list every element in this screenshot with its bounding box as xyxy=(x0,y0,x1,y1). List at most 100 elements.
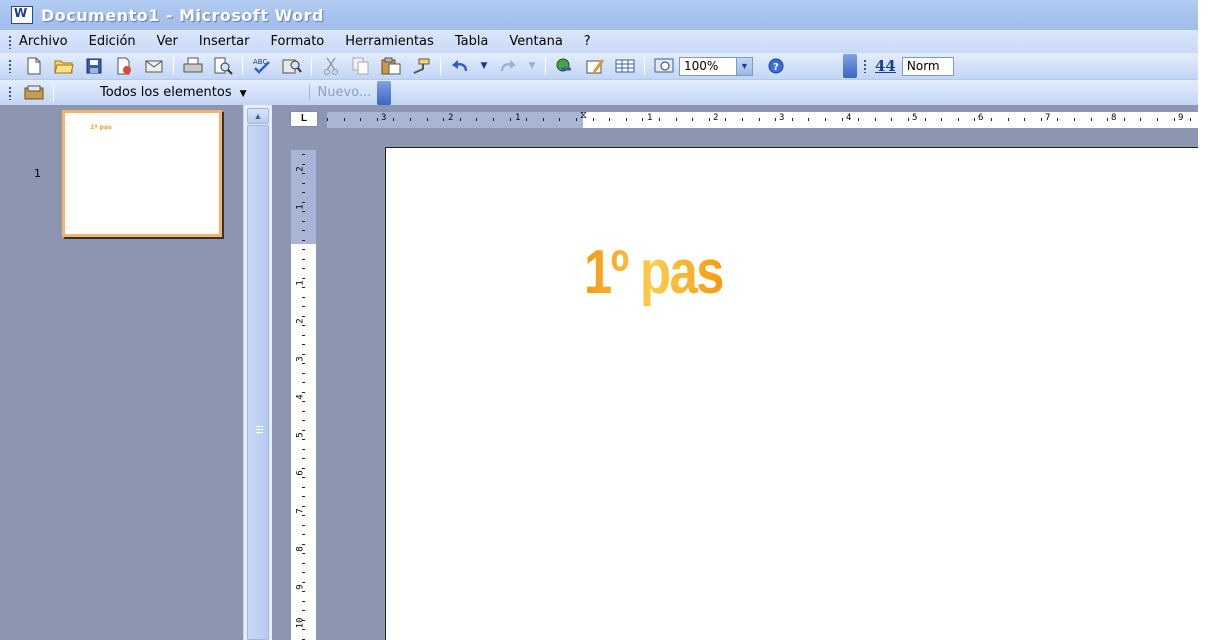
styles-formatting-icon[interactable]: 44 xyxy=(875,57,896,75)
ruler-number: 2 xyxy=(713,113,719,123)
formatting-toolbar-grip-handle[interactable] xyxy=(863,59,867,73)
copy-icon[interactable] xyxy=(350,56,372,76)
ruler-tick xyxy=(443,118,444,121)
ruler-tick xyxy=(302,382,305,383)
ruler-number: 3 xyxy=(295,356,306,362)
style-select[interactable]: Norm xyxy=(901,56,954,76)
ruler-tick xyxy=(1190,118,1191,121)
page-thumbnail[interactable]: 1º pas xyxy=(62,110,222,237)
ruler-number: 4 xyxy=(295,394,306,400)
ruler-tick xyxy=(302,629,305,630)
scrollbar-thumb[interactable] xyxy=(247,125,269,640)
toolbar-grip-handle[interactable] xyxy=(8,59,12,73)
screen-edge xyxy=(1198,0,1215,640)
ruler-tick xyxy=(302,335,305,336)
menu-ver[interactable]: Ver xyxy=(157,34,178,49)
ruler-tick xyxy=(302,591,305,592)
print-icon[interactable] xyxy=(182,56,204,76)
ruler-tick xyxy=(1157,118,1158,121)
print-preview-icon[interactable] xyxy=(212,56,234,76)
save-icon[interactable] xyxy=(83,56,105,76)
ruler-number: 2 xyxy=(295,318,306,324)
ruler-tick xyxy=(626,118,627,121)
menubar-grip-handle[interactable] xyxy=(8,34,12,49)
ruler-tick xyxy=(302,278,305,279)
new-button[interactable]: Nuevo... xyxy=(308,85,371,100)
cut-icon[interactable] xyxy=(320,56,342,76)
wordart-title[interactable]: 1º pas xyxy=(584,237,724,308)
menu-herramientas[interactable]: Herramientas xyxy=(345,34,434,49)
toolbar-separator xyxy=(53,83,54,102)
hyperlink-icon[interactable] xyxy=(554,56,576,76)
all-items-label: Todos los elementos xyxy=(100,85,232,100)
permission-icon[interactable] xyxy=(113,56,135,76)
zoom-input[interactable]: 100% xyxy=(679,56,737,76)
help-icon[interactable]: ? xyxy=(765,56,787,76)
horizontal-ruler[interactable]: 3 2 1 ⧖ 1 2 3 4 5 6 7 8 9 xyxy=(327,111,1198,129)
all-items-dropdown[interactable]: Todos los elementos ▼ xyxy=(100,85,247,100)
tab-selector-button[interactable]: L xyxy=(290,111,318,127)
menu-formato[interactable]: Formato xyxy=(270,34,324,49)
redo-dropdown-icon[interactable]: ▼ xyxy=(527,56,537,76)
ruler-tick xyxy=(302,202,305,203)
document-map-icon[interactable] xyxy=(653,56,675,76)
standard-toolbar: ABC ▼ ▼ 100% ▼ ? 44 Norm xyxy=(0,53,1198,80)
clipboard-toolbar-grip-handle[interactable] xyxy=(8,85,12,100)
indent-marker-icon[interactable]: ⧖ xyxy=(579,111,588,129)
ruler-number: 2 xyxy=(448,113,454,123)
ruler-tick xyxy=(1174,118,1175,121)
mail-icon[interactable] xyxy=(143,56,165,76)
toolbar-separator xyxy=(545,57,546,75)
redo-icon[interactable] xyxy=(497,56,519,76)
ruler-tick xyxy=(360,118,361,121)
scroll-up-button[interactable]: ▲ xyxy=(247,108,269,124)
ruler-tick xyxy=(302,259,305,260)
ruler-tick xyxy=(302,373,305,374)
ruler-tick xyxy=(302,420,305,421)
menu-help[interactable]: ? xyxy=(584,34,591,49)
undo-dropdown-icon[interactable]: ▼ xyxy=(479,56,489,76)
new-document-icon[interactable] xyxy=(23,56,45,76)
ruler-tick xyxy=(302,287,305,288)
clipboard-icon[interactable] xyxy=(23,83,45,103)
ruler-tick xyxy=(302,240,305,241)
toolbar-options-button[interactable] xyxy=(843,54,857,78)
tables-borders-icon[interactable] xyxy=(584,56,606,76)
ruler-tick xyxy=(302,477,305,478)
ruler-tick xyxy=(327,118,328,121)
ruler-tick xyxy=(302,515,305,516)
vertical-ruler[interactable]: 2 1 1 2 3 4 5 6 7 8 9 10 xyxy=(291,150,316,640)
word-document-icon[interactable] xyxy=(11,6,33,24)
format-painter-icon[interactable] xyxy=(410,56,432,76)
paste-icon[interactable] xyxy=(380,56,402,76)
ruler-tick xyxy=(302,458,305,459)
undo-icon[interactable] xyxy=(449,56,471,76)
toolbar-options-button[interactable] xyxy=(377,80,392,105)
thumbnails-scrollbar[interactable]: ▲ xyxy=(243,105,272,640)
menu-tabla[interactable]: Tabla xyxy=(455,34,489,49)
menu-archivo[interactable]: Archivo xyxy=(19,34,68,49)
ruler-tick xyxy=(543,118,544,121)
ruler-tick xyxy=(825,118,826,121)
menu-ventana[interactable]: Ventana xyxy=(509,34,562,49)
ruler-tick xyxy=(344,118,345,121)
zoom-dropdown-button[interactable]: ▼ xyxy=(737,56,753,76)
toolbar-separator xyxy=(440,57,441,75)
insert-table-icon[interactable] xyxy=(614,56,636,76)
menu-insertar[interactable]: Insertar xyxy=(199,34,250,49)
ruler-tick xyxy=(1107,118,1108,121)
ruler-tick xyxy=(1057,118,1058,121)
ruler-tick xyxy=(493,118,494,121)
menu-edicion[interactable]: Edición xyxy=(89,34,136,49)
ruler-number: 7 xyxy=(295,508,306,514)
ruler-tick xyxy=(808,118,809,121)
ruler-tick xyxy=(460,118,461,121)
spelling-icon[interactable]: ABC xyxy=(251,56,273,76)
open-folder-icon[interactable] xyxy=(53,56,75,76)
ruler-tick xyxy=(302,430,305,431)
ruler-number: 6 xyxy=(978,113,984,123)
document-page[interactable]: 1º pas xyxy=(385,147,1198,640)
toolbar-separator xyxy=(173,57,174,75)
svg-text:?: ? xyxy=(773,62,779,73)
research-icon[interactable] xyxy=(281,56,303,76)
